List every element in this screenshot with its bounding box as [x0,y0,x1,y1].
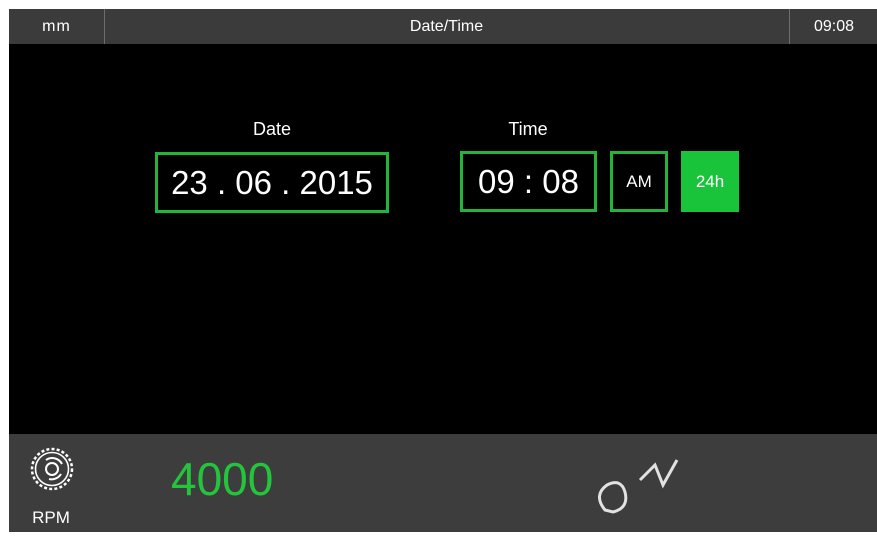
time-label: Time [508,119,548,139]
24h-button[interactable]: 24h [681,151,739,212]
date-label: Date [252,119,292,139]
rpm-label: RPM [32,508,70,527]
header-bar: mm Date/Time 09:08 [9,9,877,44]
header-clock: 09:08 [789,9,877,44]
rpm-value: 4000 [171,453,274,505]
screen: mm Date/Time 09:08 Date 23 . 06 . 2015 T… [9,9,877,532]
date-field[interactable]: 23 . 06 . 2015 [155,152,389,213]
time-field[interactable]: 09 : 08 [460,151,597,212]
status-bar: RPM 4000 [9,434,877,532]
unit-indicator[interactable]: mm [9,9,105,44]
am-button[interactable]: AM [610,151,668,212]
page-title: Date/Time [409,17,484,35]
saw-blade-icon [30,447,74,491]
